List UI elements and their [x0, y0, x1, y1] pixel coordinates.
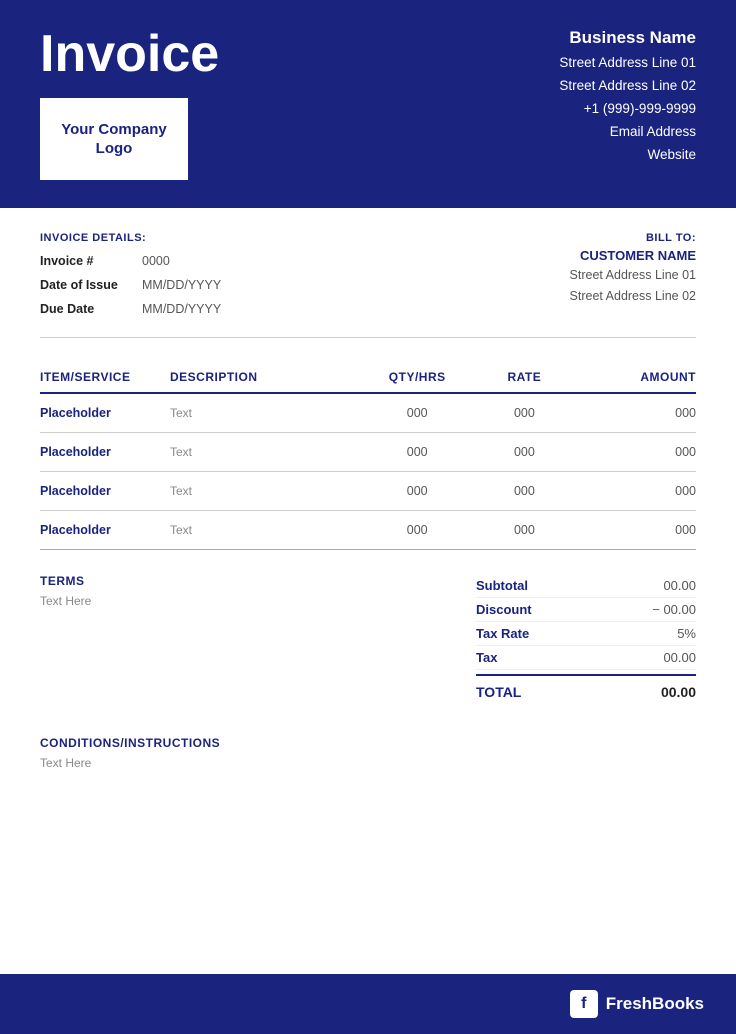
freshbooks-logo: f FreshBooks	[570, 990, 704, 1018]
freshbooks-name: FreshBooks	[606, 994, 704, 1014]
conditions-text: Text Here	[40, 756, 696, 770]
col-rate: RATE	[484, 362, 564, 393]
bottom-section: TERMS Text Here Subtotal 00.00 Discount …	[0, 550, 736, 720]
item-amount-1: 000	[564, 433, 696, 472]
discount-value: − 00.00	[652, 602, 696, 617]
website: Website	[559, 144, 696, 167]
table-row: Placeholder Text 000 000 000	[40, 511, 696, 550]
tax-row: Tax 00.00	[476, 646, 696, 670]
taxrate-row: Tax Rate 5%	[476, 622, 696, 646]
invoice-details-label: INVOICE DETAILS:	[40, 232, 221, 244]
item-qty-3: 000	[350, 511, 484, 550]
conditions-section: CONDITIONS/INSTRUCTIONS Text Here	[0, 720, 736, 794]
item-rate-0: 000	[484, 393, 564, 433]
tax-label: Tax	[476, 650, 497, 665]
table-section: ITEM/SERVICE DESCRIPTION QTY/HRS RATE AM…	[0, 338, 736, 550]
content-area: INVOICE DETAILS: Invoice # 0000 Date of …	[0, 208, 736, 974]
header: Invoice Your Company Logo Business Name …	[0, 0, 736, 208]
date-issue-val: MM/DD/YYYY	[142, 274, 221, 298]
invoice-table: ITEM/SERVICE DESCRIPTION QTY/HRS RATE AM…	[40, 362, 696, 550]
item-amount-2: 000	[564, 472, 696, 511]
item-qty-1: 000	[350, 433, 484, 472]
totals-section: Subtotal 00.00 Discount − 00.00 Tax Rate…	[476, 574, 696, 704]
col-amount: AMOUNT	[564, 362, 696, 393]
address-line1: Street Address Line 01	[559, 52, 696, 75]
item-qty-2: 000	[350, 472, 484, 511]
total-label: TOTAL	[476, 684, 521, 700]
due-date-val: MM/DD/YYYY	[142, 298, 221, 322]
item-desc-1: Text	[170, 433, 350, 472]
tax-value: 00.00	[663, 650, 696, 665]
page-wrapper: Invoice Your Company Logo Business Name …	[0, 0, 736, 1034]
item-rate-3: 000	[484, 511, 564, 550]
business-name: Business Name	[559, 28, 696, 48]
discount-row: Discount − 00.00	[476, 598, 696, 622]
item-amount-3: 000	[564, 511, 696, 550]
invoice-number-val: 0000	[142, 250, 170, 274]
item-rate-1: 000	[484, 433, 564, 472]
conditions-title: CONDITIONS/INSTRUCTIONS	[40, 736, 696, 750]
header-left: Invoice Your Company Logo	[40, 28, 219, 180]
item-rate-2: 000	[484, 472, 564, 511]
taxrate-label: Tax Rate	[476, 626, 529, 641]
table-row: Placeholder Text 000 000 000	[40, 433, 696, 472]
address-line2: Street Address Line 02	[559, 75, 696, 98]
phone: +1 (999)-999-9999	[559, 98, 696, 121]
terms-section: TERMS Text Here	[40, 574, 91, 608]
due-date-row: Due Date MM/DD/YYYY	[40, 298, 221, 322]
subtotal-value: 00.00	[663, 578, 696, 593]
col-item: ITEM/SERVICE	[40, 362, 170, 393]
date-issue-key: Date of Issue	[40, 274, 130, 298]
details-section: INVOICE DETAILS: Invoice # 0000 Date of …	[0, 208, 736, 337]
table-row: Placeholder Text 000 000 000	[40, 472, 696, 511]
total-value: 00.00	[661, 684, 696, 700]
item-name-0: Placeholder	[40, 393, 170, 433]
bill-to-label: BILL TO:	[570, 232, 696, 244]
date-issue-row: Date of Issue MM/DD/YYYY	[40, 274, 221, 298]
footer: f FreshBooks	[0, 974, 736, 1034]
discount-label: Discount	[476, 602, 532, 617]
col-qty: QTY/HRS	[350, 362, 484, 393]
item-amount-0: 000	[564, 393, 696, 433]
item-desc-2: Text	[170, 472, 350, 511]
item-desc-0: Text	[170, 393, 350, 433]
company-logo: Your Company Logo	[40, 98, 188, 180]
freshbooks-letter: f	[581, 995, 586, 1013]
subtotal-row: Subtotal 00.00	[476, 574, 696, 598]
item-name-1: Placeholder	[40, 433, 170, 472]
bill-address-line2: Street Address Line 02	[570, 286, 696, 307]
invoice-number-row: Invoice # 0000	[40, 250, 221, 274]
taxrate-value: 5%	[677, 626, 696, 641]
item-name-3: Placeholder	[40, 511, 170, 550]
item-qty-0: 000	[350, 393, 484, 433]
header-right: Business Name Street Address Line 01 Str…	[559, 28, 696, 167]
customer-name: CUSTOMER NAME	[570, 248, 696, 263]
total-row: TOTAL 00.00	[476, 674, 696, 704]
invoice-details-left: INVOICE DETAILS: Invoice # 0000 Date of …	[40, 232, 221, 321]
terms-text: Text Here	[40, 594, 91, 608]
email: Email Address	[559, 121, 696, 144]
item-name-2: Placeholder	[40, 472, 170, 511]
bill-to-section: BILL TO: CUSTOMER NAME Street Address Li…	[570, 232, 696, 308]
invoice-title: Invoice	[40, 28, 219, 80]
subtotal-label: Subtotal	[476, 578, 528, 593]
invoice-number-key: Invoice #	[40, 250, 130, 274]
bill-address-line1: Street Address Line 01	[570, 265, 696, 286]
due-date-key: Due Date	[40, 298, 130, 322]
terms-title: TERMS	[40, 574, 91, 588]
col-desc: DESCRIPTION	[170, 362, 350, 393]
table-row: Placeholder Text 000 000 000	[40, 393, 696, 433]
item-desc-3: Text	[170, 511, 350, 550]
freshbooks-icon: f	[570, 990, 598, 1018]
